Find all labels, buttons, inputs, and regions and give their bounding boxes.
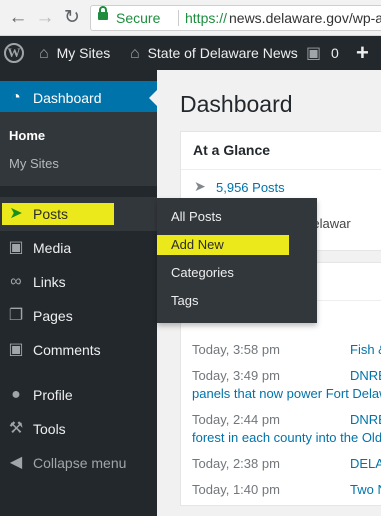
secure-label: Secure — [116, 10, 161, 26]
flyout-item-tags[interactable]: Tags — [171, 291, 198, 311]
back-button[interactable]: ← — [6, 6, 30, 30]
browser-toolbar: ← → ↻ Secure https:// news.delaware.gov/… — [0, 0, 381, 36]
sidebar-item-comments[interactable]: ▣ Comments — [0, 333, 157, 367]
collapse-arrow-icon: ◀ — [9, 454, 23, 471]
lock-icon — [98, 6, 108, 20]
wp-admin-bar: W ⌂ My Sites ⌂ State of Delaware News ▣ … — [0, 36, 381, 70]
url-scheme: https:// — [185, 10, 228, 26]
site-name-menu[interactable]: ⌂ State of Delaware News — [130, 36, 298, 70]
posts-count-link[interactable]: 5,956 Posts — [216, 180, 285, 195]
pushpin-icon: ➤ — [9, 205, 23, 222]
comments-menu[interactable]: ▣ 0 — [306, 36, 339, 70]
dashboard-submenu: Home My Sites — [0, 112, 157, 186]
activity-post-link-continuation[interactable]: forest in each county into the Old — [192, 430, 381, 445]
page-title: Dashboard — [180, 91, 293, 117]
activity-post-link[interactable]: Two N — [350, 482, 381, 497]
sidebar-item-profile[interactable]: ● Profile — [0, 378, 157, 412]
activity-post-link-continuation[interactable]: panels that now power Fort Delaw — [192, 386, 381, 401]
flyout-item-add-new[interactable]: Add New — [171, 235, 224, 255]
dashboard-gauge-icon: ◔ — [11, 89, 21, 106]
sidebar-item-media[interactable]: ▣ Media — [0, 231, 157, 265]
sidebar-item-links[interactable]: ∞ Links — [0, 265, 157, 299]
sidebar-item-label: Comments — [33, 342, 101, 358]
activity-post-link[interactable]: DNRE — [350, 368, 381, 383]
sidebar-item-dashboard[interactable]: ◔ Dashboard — [0, 81, 157, 115]
plus-icon: + — [356, 40, 369, 65]
my-sites-icon: ⌂ — [39, 45, 49, 62]
activity-time: Today, 1:40 pm — [192, 482, 280, 497]
comment-bubble-icon: ▣ — [8, 341, 24, 358]
url-text: news.delaware.gov/wp-ad — [229, 10, 381, 26]
wrench-icon: ⚒ — [8, 420, 24, 437]
admin-sidebar: ◔ Dashboard Home My Sites ➤ Posts ▣ Medi… — [0, 70, 157, 516]
my-sites-label: My Sites — [56, 45, 111, 61]
widget-header[interactable]: At a Glance — [181, 132, 381, 170]
sidebar-item-label: Dashboard — [33, 90, 102, 106]
comments-count: 0 — [331, 45, 339, 61]
activity-post-link[interactable]: DNRE — [350, 412, 381, 427]
activity-post-link[interactable]: DELA — [350, 456, 381, 471]
activity-post-link[interactable]: Fish & — [350, 342, 381, 357]
wordpress-logo-icon[interactable]: W — [4, 43, 24, 63]
new-content-menu[interactable]: + — [356, 36, 369, 70]
site-name-label: State of Delaware News — [147, 45, 298, 61]
user-icon: ● — [11, 386, 21, 403]
submenu-item-home[interactable]: Home — [9, 126, 45, 146]
flyout-item-categories[interactable]: Categories — [171, 263, 234, 283]
sidebar-item-tools[interactable]: ⚒ Tools — [0, 412, 157, 446]
link-icon: ∞ — [10, 273, 22, 290]
activity-time: Today, 2:44 pm — [192, 412, 280, 427]
activity-time: Today, 3:58 pm — [192, 342, 280, 357]
sidebar-item-label: Media — [33, 240, 72, 256]
collapse-label: Collapse menu — [33, 455, 127, 471]
activity-time: Today, 2:38 pm — [192, 456, 280, 471]
activity-time: Today, 3:49 pm — [192, 368, 280, 383]
widget-title: At a Glance — [193, 142, 271, 158]
sidebar-item-label: Profile — [33, 387, 73, 403]
address-bar[interactable]: Secure https:// news.delaware.gov/wp-ad — [90, 5, 381, 31]
my-sites-menu[interactable]: ⌂ My Sites — [39, 36, 110, 70]
collapse-menu-button[interactable]: ◀ Collapse menu — [0, 446, 157, 480]
submenu-item-my-sites[interactable]: My Sites — [9, 154, 59, 174]
arrow-left-icon: ← — [8, 7, 28, 28]
comment-bubble-icon: ▣ — [306, 45, 322, 62]
sidebar-item-label: Tools — [33, 421, 66, 437]
forward-button[interactable]: → — [33, 6, 57, 30]
flyout-item-all-posts[interactable]: All Posts — [171, 207, 222, 227]
pushpin-icon: ➤ — [194, 178, 206, 194]
reload-icon: ↻ — [64, 7, 80, 28]
reload-button[interactable]: ↻ — [60, 6, 84, 30]
arrow-right-icon: → — [35, 7, 55, 28]
sidebar-item-label: Links — [33, 274, 66, 290]
media-icon: ▣ — [8, 239, 24, 256]
pages-icon: ❐ — [8, 307, 24, 324]
sidebar-item-posts[interactable]: ➤ Posts — [0, 197, 157, 231]
sidebar-item-label: Posts — [33, 206, 69, 222]
sidebar-item-label: Pages — [33, 308, 73, 324]
home-icon: ⌂ — [130, 45, 140, 62]
address-separator — [178, 10, 179, 26]
sidebar-item-pages[interactable]: ❐ Pages — [0, 299, 157, 333]
posts-flyout-menu: All Posts Add New Categories Tags — [157, 198, 317, 323]
